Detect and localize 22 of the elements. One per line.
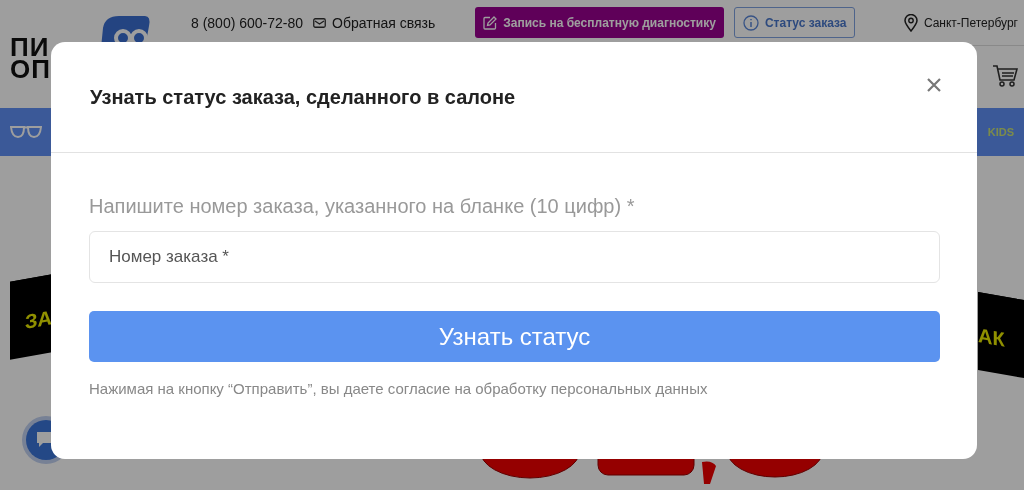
location-pin-icon [903, 13, 918, 32]
close-button[interactable] [925, 76, 943, 94]
order-status-button[interactable]: Статус заказа [733, 7, 856, 38]
consent-note: Нажимая на кнопку “Отправить”, вы даете согласие на обработку персональных данных [89, 380, 709, 397]
dialog-title: Узнать статус заказа, сделанного в салоне [90, 85, 516, 109]
logo-text: ОП [10, 58, 51, 80]
diagnostics-signup-button[interactable]: Запись на бесплатную диагностику [475, 7, 724, 38]
mail-icon [313, 17, 327, 28]
check-status-button[interactable]: Узнать статус [89, 311, 940, 362]
feedback-link[interactable]: Обратная связь [332, 14, 436, 31]
cart-icon[interactable] [992, 64, 1018, 88]
glasses-icon[interactable] [10, 125, 42, 139]
order-number-field[interactable]: Номер заказа * [89, 231, 940, 283]
close-icon [927, 78, 941, 92]
edit-icon [483, 15, 498, 30]
sale-sticker: ЗА [10, 274, 52, 360]
field-label: Напишите номер заказа, указанного на бланке (10 цифр) * [89, 195, 636, 218]
sale-sticker: АК [978, 291, 1024, 379]
city-selector[interactable]: Санкт-Петербург [923, 15, 1018, 30]
info-icon [742, 14, 759, 31]
phone-number[interactable]: 8 (800) 600-72-80 [191, 14, 304, 31]
logo-text: ПИ [10, 36, 51, 58]
